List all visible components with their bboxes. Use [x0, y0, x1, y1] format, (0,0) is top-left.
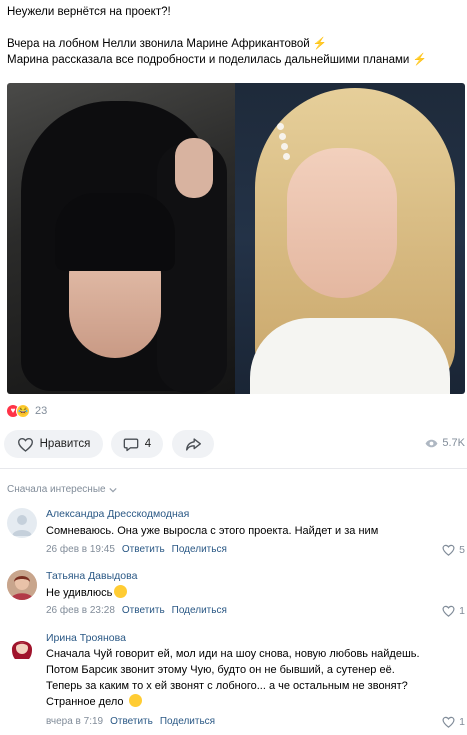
post-photo[interactable] — [7, 83, 465, 394]
reply-link[interactable]: Ответить — [122, 544, 165, 555]
comment-button[interactable]: 4 — [111, 430, 163, 458]
reply-link[interactable]: Ответить — [110, 716, 153, 727]
avatar[interactable] — [7, 508, 37, 538]
heart-outline-icon — [442, 605, 455, 617]
divider — [0, 468, 467, 469]
heart-outline-icon — [17, 437, 33, 452]
comment-author[interactable]: Александра Дресскодмодная — [46, 508, 189, 520]
comments-sort-label: Сначала интересные — [7, 484, 106, 495]
photo-right-woman-blonde — [235, 83, 465, 394]
comment-date[interactable]: 26 фев в 23:28 — [46, 605, 115, 616]
comment-like-button[interactable]: 1 — [442, 605, 465, 617]
comment-meta: 26 фев в 23:28 Ответить Поделиться — [46, 605, 227, 616]
reactions-count: 23 — [35, 405, 48, 417]
chevron-down-icon — [108, 487, 117, 492]
comment-text: Не удивлюсь — [46, 585, 466, 601]
share-link[interactable]: Поделиться — [172, 605, 227, 616]
share-button[interactable] — [172, 430, 214, 458]
photo-left-woman-dark-hair — [7, 83, 235, 394]
comment-meta: вчера в 7:19 Ответить Поделиться — [46, 716, 215, 727]
views-counter: 5.7K — [425, 437, 465, 449]
comment-like-button[interactable]: 5 — [442, 544, 465, 556]
heart-outline-icon — [442, 716, 455, 728]
emoji-smile-icon — [128, 694, 142, 707]
views-count: 5.7K — [442, 437, 465, 449]
post-line: Марина рассказала все подробности и поде… — [7, 54, 427, 66]
comment-text: Сначала Чуй говорит ей, мол иди на шоу с… — [46, 648, 420, 708]
share-arrow-icon — [185, 437, 201, 451]
laugh-reaction-icon: 😂 — [16, 404, 30, 418]
comment-like-count: 1 — [459, 716, 465, 728]
comment-like-button[interactable]: 1 — [442, 716, 465, 728]
comment-icon — [123, 438, 139, 451]
lightning-icon: ⚡ — [312, 38, 328, 50]
reactions-summary[interactable]: ♥ 😂 23 — [7, 404, 47, 418]
reply-link[interactable]: Ответить — [122, 605, 165, 616]
comment-like-count: 1 — [459, 605, 465, 617]
comments-sort-dropdown[interactable]: Сначала интересные — [7, 484, 117, 495]
post-line: Неужели вернётся на проект?! — [7, 6, 171, 18]
comment-date[interactable]: 26 фев в 19:45 — [46, 544, 115, 555]
lightning-icon: ⚡ — [412, 54, 427, 66]
comment-author[interactable]: Ирина Троянова — [46, 632, 126, 644]
like-label: Нравится — [39, 438, 91, 450]
comment-text: Сомневаюсь. Она уже выросла с этого прое… — [46, 525, 379, 537]
comment-like-count: 5 — [459, 544, 465, 556]
avatar[interactable] — [7, 570, 37, 600]
avatar[interactable] — [7, 632, 37, 662]
share-link[interactable]: Поделиться — [160, 716, 215, 727]
post-line: Вчера на лобном Нелли звонила Марине Афр… — [7, 38, 328, 50]
like-button[interactable]: Нравится — [4, 430, 103, 458]
emoji-shocked-icon — [114, 585, 128, 598]
post-text: Неужели вернётся на проект?! Вчера на ло… — [7, 4, 462, 68]
eye-icon — [425, 439, 438, 447]
comment-author[interactable]: Татьяна Давыдова — [46, 570, 137, 582]
comment-date[interactable]: вчера в 7:19 — [46, 716, 103, 727]
heart-outline-icon — [442, 544, 455, 556]
comment-count: 4 — [144, 438, 152, 450]
share-link[interactable]: Поделиться — [172, 544, 227, 555]
comment-meta: 26 фев в 19:45 Ответить Поделиться — [46, 544, 227, 555]
